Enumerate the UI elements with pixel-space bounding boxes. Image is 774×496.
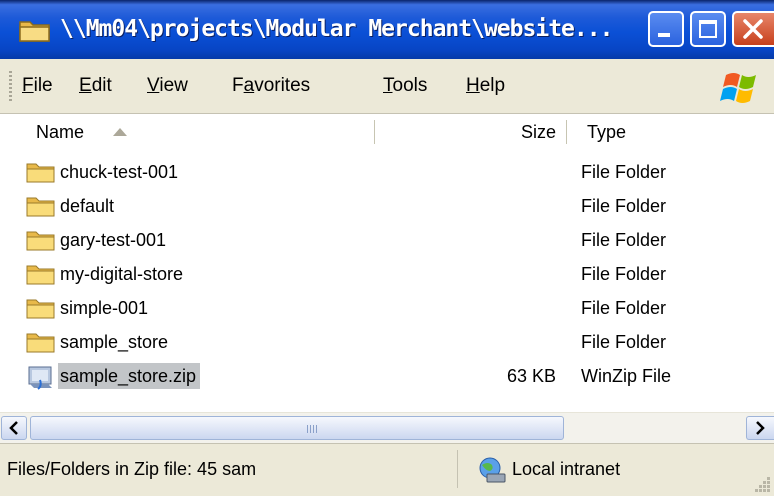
column-header: Name Size Type	[0, 114, 774, 152]
list-item[interactable]: simple-001 File Folder	[0, 291, 774, 325]
file-size	[380, 295, 556, 321]
folder-icon	[26, 262, 56, 286]
menu-bar: File Edit View Favorites Tools Help	[0, 59, 774, 114]
file-type: WinZip File	[581, 366, 672, 386]
scroll-right-icon	[747, 421, 773, 443]
local-intranet-icon	[477, 456, 507, 484]
menu-view[interactable]: View	[147, 74, 188, 98]
scroll-right-button[interactable]	[746, 416, 774, 440]
file-size: 63 KB	[506, 366, 556, 386]
list-item[interactable]: chuck-test-001 File Folder	[0, 155, 774, 189]
explorer-window: \\Mm04\projects\Modular Merchant\website…	[0, 0, 774, 496]
column-divider[interactable]	[566, 120, 567, 144]
file-type: File Folder	[581, 230, 667, 250]
menu-file[interactable]: File	[22, 74, 53, 98]
file-name: simple-001	[60, 298, 149, 318]
windows-logo-icon	[718, 67, 762, 107]
close-button[interactable]	[732, 11, 774, 47]
list-item[interactable]: my-digital-store File Folder	[0, 257, 774, 291]
winzip-file-icon	[26, 364, 56, 390]
file-size	[380, 329, 556, 355]
file-name: sample_store	[60, 332, 169, 352]
grip-icon	[307, 425, 317, 433]
file-type: File Folder	[581, 196, 667, 216]
menu-favorites[interactable]: Favorites	[232, 74, 310, 98]
file-name: my-digital-store	[60, 264, 184, 284]
title-bar[interactable]: \\Mm04\projects\Modular Merchant\website…	[0, 0, 774, 59]
security-zone: Local intranet	[512, 459, 621, 479]
file-list: chuck-test-001 File Folder default File …	[0, 150, 774, 412]
file-name: gary-test-001	[60, 230, 167, 250]
menu-tools[interactable]: Tools	[383, 74, 427, 98]
list-item[interactable]: sample_store File Folder	[0, 325, 774, 359]
file-type: File Folder	[581, 162, 667, 182]
scroll-thumb[interactable]	[30, 416, 564, 440]
minimize-button[interactable]	[648, 11, 684, 47]
file-name: chuck-test-001	[60, 162, 179, 182]
horizontal-scrollbar[interactable]	[0, 412, 774, 443]
status-bar: Files/Folders in Zip file: 45 sam Local …	[0, 443, 774, 496]
folder-icon	[26, 160, 56, 184]
file-size	[380, 193, 556, 219]
maximize-button[interactable]	[690, 11, 726, 47]
folder-icon	[18, 16, 52, 44]
toolbar-grip[interactable]	[9, 71, 12, 101]
list-item[interactable]: default File Folder	[0, 189, 774, 223]
scroll-left-icon	[2, 421, 26, 443]
sort-ascending-icon	[113, 128, 127, 136]
file-type: File Folder	[581, 332, 667, 352]
column-divider[interactable]	[374, 120, 375, 144]
file-type: File Folder	[581, 298, 667, 318]
menu-edit[interactable]: Edit	[79, 74, 112, 98]
resize-grip-icon[interactable]	[752, 474, 772, 494]
folder-icon	[26, 296, 56, 320]
file-name: sample_store.zip	[58, 363, 201, 389]
list-item-selected[interactable]: sample_store.zip 63 KB WinZip File	[0, 359, 774, 393]
column-size-header[interactable]: Size	[380, 120, 556, 144]
column-name-header[interactable]: Name	[36, 120, 84, 144]
menu-help[interactable]: Help	[466, 74, 505, 98]
file-name: default	[60, 196, 115, 216]
file-size	[380, 159, 556, 185]
window-title: \\Mm04\projects\Modular Merchant\website…	[60, 16, 613, 42]
folder-icon	[26, 228, 56, 252]
column-type-header[interactable]: Type	[587, 120, 626, 144]
list-item[interactable]: gary-test-001 File Folder	[0, 223, 774, 257]
file-type: File Folder	[581, 264, 667, 284]
file-size	[380, 261, 556, 287]
status-text: Files/Folders in Zip file: 45 sam	[7, 459, 257, 479]
file-size	[380, 227, 556, 253]
folder-icon	[26, 194, 56, 218]
status-pane: Files/Folders in Zip file: 45 sam	[1, 450, 458, 488]
folder-icon	[26, 330, 56, 354]
scroll-left-button[interactable]	[1, 416, 27, 440]
